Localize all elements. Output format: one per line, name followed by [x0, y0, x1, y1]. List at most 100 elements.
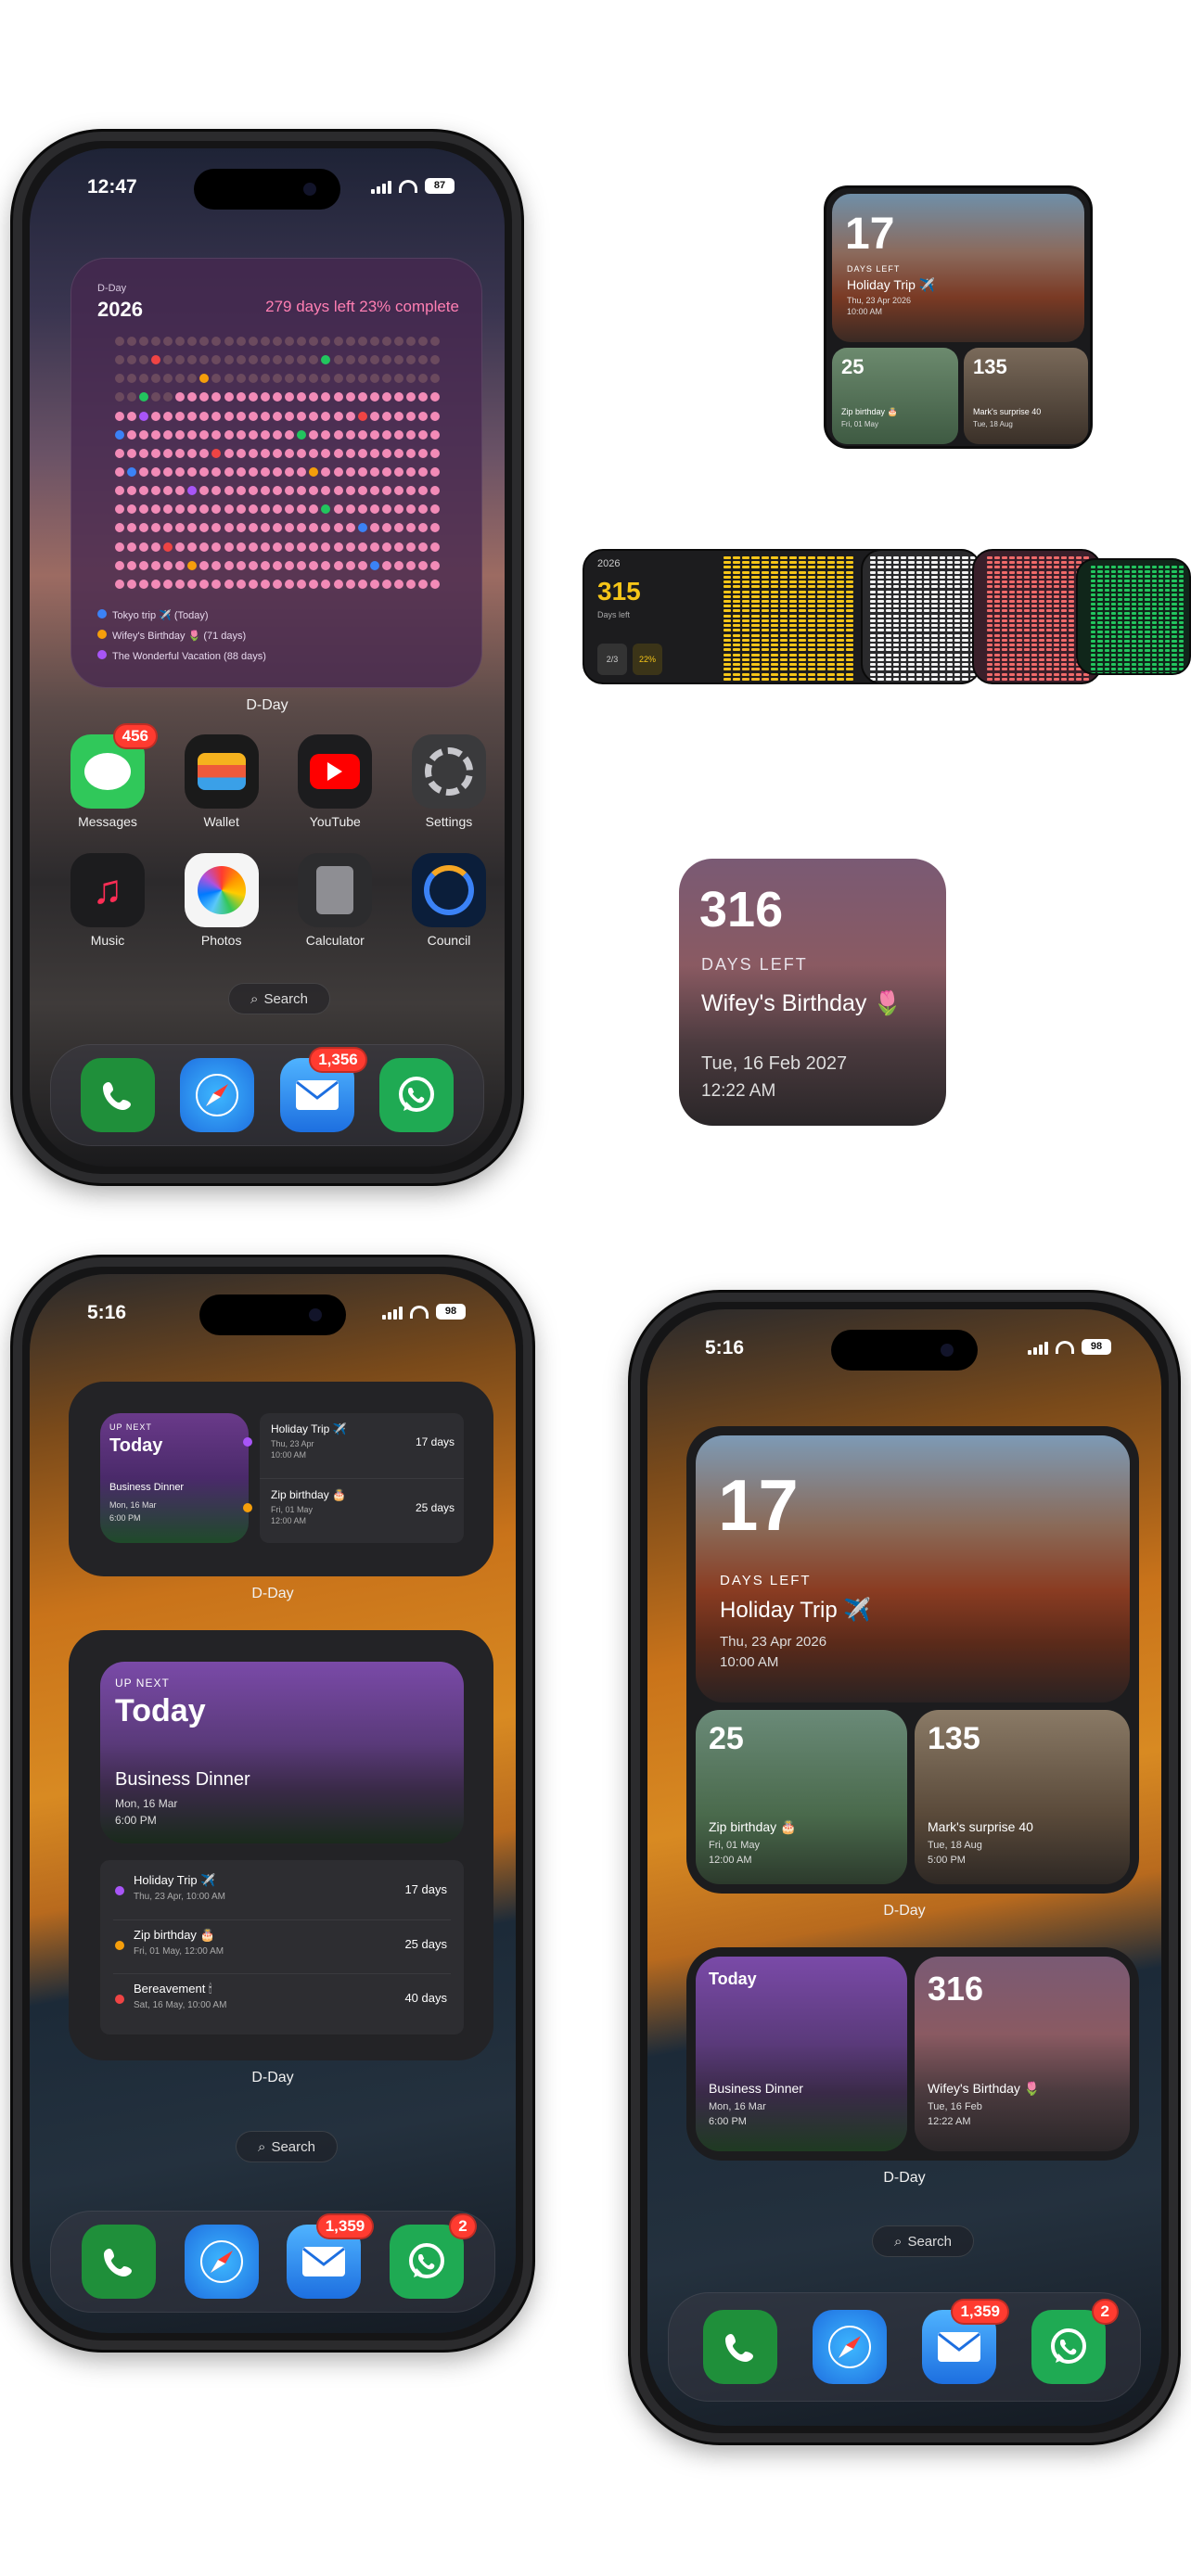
day-dot [1165, 663, 1171, 666]
day-dot [381, 560, 391, 570]
day-dot [1069, 561, 1074, 565]
day-dot [1151, 617, 1157, 619]
day-dot [1137, 626, 1144, 629]
day-dot [260, 411, 270, 421]
safari-app-icon[interactable] [180, 1058, 255, 1132]
day-dot [1024, 672, 1030, 676]
day-dot [1145, 654, 1150, 657]
preview-birthday-widget[interactable]: 316 DAYS LEFT Wifey's Birthday 🌷 Tue, 16… [679, 859, 946, 1126]
day-dot [954, 672, 961, 676]
preview-trip-widget[interactable]: 17 DAYS LEFT Holiday Trip ✈️ Thu, 23 Apr… [824, 185, 1093, 449]
day-dot [987, 663, 992, 667]
upnext-list-item[interactable]: Zip birthday 🎂 Fri, 01 May 12:00 AM 25 days [243, 1478, 464, 1543]
music-app[interactable]: ♫ Music [61, 853, 154, 948]
day-dot [1069, 575, 1074, 579]
day-dot [826, 594, 835, 598]
upnext-list-item[interactable]: Holiday Trip ✈️ Thu, 23 Apr, 10:00 AM 17 d… [113, 1866, 451, 1919]
countdown-large-widget[interactable]: 17 DAYS LEFT Holiday Trip ✈️ Thu, 23 Apr… [686, 1426, 1139, 1894]
upnext-list-item[interactable]: Zip birthday 🎂 Fri, 01 May, 12:00 AM 25 da… [113, 1919, 451, 1973]
upnext-medium-widget[interactable]: UP NEXT Today Business Dinner Mon, 16 Ma… [69, 1382, 493, 1576]
day-dot [987, 672, 992, 676]
messages-app[interactable]: 456 Messages [61, 723, 158, 829]
safari-app-icon[interactable] [813, 2310, 887, 2384]
strip-widget-white[interactable] [861, 549, 981, 684]
day-dot [1131, 589, 1136, 592]
widget-label: D-Day [251, 2070, 294, 2085]
youtube-app[interactable]: YouTube [288, 734, 381, 829]
safari-app-icon[interactable] [184, 2225, 259, 2299]
day-dot [954, 561, 961, 565]
settings-app[interactable]: Settings [403, 734, 495, 829]
preview-tile-2[interactable]: 135 Mark's surprise 40 Tue, 18 Aug [964, 348, 1088, 444]
council-app[interactable]: Council [403, 853, 495, 948]
search-pill[interactable]: ⌕ Search [236, 2131, 338, 2162]
wallet-icon[interactable] [184, 734, 259, 809]
wallet-app[interactable]: Wallet [175, 734, 268, 829]
mail-app-icon[interactable]: 1,359 [287, 2213, 375, 2299]
day-dot [1151, 570, 1157, 573]
photos-app[interactable]: Photos [175, 853, 268, 948]
whatsapp-app-icon[interactable] [379, 1058, 455, 1132]
day-dot [908, 624, 915, 628]
today-tile[interactable]: Today Business Dinner Mon, 16 Mar 6:00 P… [696, 1957, 907, 2151]
day-dot [1002, 618, 1007, 622]
day-dot [742, 653, 750, 657]
day-dot [845, 672, 853, 676]
countdown-tile-2[interactable]: 135 Mark's surprise 40 Tue, 18 Aug 5:00 … [915, 1710, 1130, 1884]
youtube-icon[interactable] [298, 734, 373, 809]
day-dot [923, 594, 930, 598]
day-dot [1131, 575, 1136, 578]
day-dot [297, 467, 307, 478]
day-dot [733, 605, 741, 608]
day-dot [751, 580, 760, 584]
day-dot [1009, 575, 1015, 579]
phone-app-icon[interactable] [80, 1058, 155, 1132]
phone-app-icon[interactable] [703, 2310, 777, 2384]
upnext-list-item[interactable]: Holiday Trip ✈️ Thu, 23 Apr 10:00 AM 17 day… [243, 1413, 464, 1478]
day-dot [357, 560, 367, 570]
council-icon[interactable] [411, 853, 486, 927]
birthday-tile[interactable]: 316 Wifey's Birthday 🌷 Tue, 16 Feb 12:22… [915, 1957, 1130, 2151]
settings-icon[interactable] [411, 734, 486, 809]
messages-icon[interactable]: 456 [70, 723, 158, 809]
phone-app-icon[interactable] [82, 2225, 157, 2299]
countdown-medium-widget[interactable]: Today Business Dinner Mon, 16 Mar 6:00 P… [686, 1947, 1139, 2161]
day-dot [845, 556, 853, 559]
day-dot [1131, 617, 1136, 619]
calculator-app[interactable]: Calculator [288, 853, 381, 948]
day-dot [1002, 677, 1007, 681]
day-dot [333, 486, 343, 496]
day-dot [724, 600, 732, 604]
whatsapp-app-icon[interactable]: 2 [389, 2213, 477, 2299]
whatsapp-app-icon[interactable]: 2 [1031, 2299, 1119, 2384]
day-dot [1110, 658, 1117, 661]
day-dot [357, 374, 367, 384]
mail-app-icon[interactable]: 1,356 [279, 1047, 367, 1132]
mail-app-icon[interactable]: 1,359 [922, 2299, 1009, 2384]
day-dot [908, 677, 915, 681]
strip-widget-green[interactable] [1076, 558, 1191, 675]
calculator-icon[interactable] [298, 853, 373, 927]
day-dot [939, 624, 945, 628]
preview-tile-1[interactable]: 25 Zip birthday 🎂 Fri, 01 May [832, 348, 958, 444]
year-progress-widget[interactable]: D-Day 2026 279 days left 23% complete To… [70, 258, 482, 688]
wifi-icon [1056, 1340, 1074, 1354]
upnext-large-widget[interactable]: UP NEXT Today Business Dinner Mon, 16 Ma… [69, 1630, 493, 2060]
day-dot [761, 648, 769, 652]
day-dot [1118, 672, 1123, 673]
day-dot [1172, 612, 1177, 615]
search-pill[interactable]: ⌕ Search [228, 983, 330, 1014]
day-dot [1069, 672, 1074, 676]
day-dot [1104, 626, 1109, 629]
countdown-tile-1[interactable]: 25 Zip birthday 🎂 Fri, 01 May 12:00 AM [696, 1710, 907, 1884]
upnext-list-item[interactable]: Bereavement 🕯 Sat, 16 May, 10:00 AM 40 day… [113, 1973, 451, 2027]
upnext-time: 6:00 PM [109, 1513, 141, 1523]
day-dot [1104, 575, 1109, 578]
day-dot [114, 337, 124, 347]
day-dot [1145, 631, 1150, 633]
photos-icon[interactable] [184, 853, 259, 927]
day-dot [1124, 649, 1130, 652]
search-pill[interactable]: ⌕ Search [872, 2225, 974, 2257]
day-dot [724, 605, 732, 608]
music-icon[interactable]: ♫ [70, 853, 145, 927]
